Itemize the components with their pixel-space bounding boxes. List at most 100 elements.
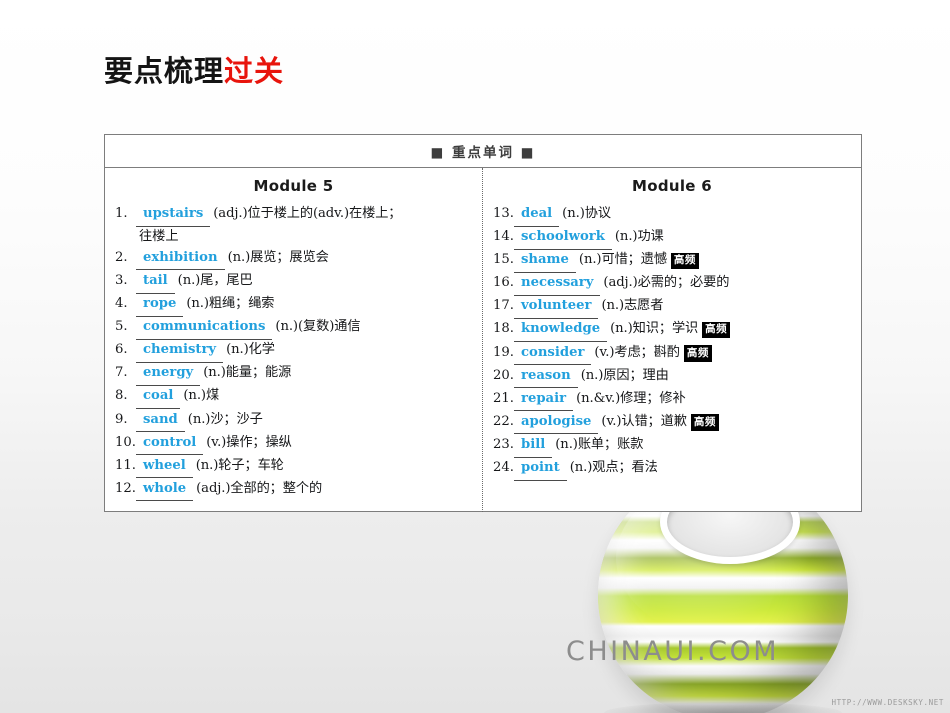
table-header-label: ■ 重点单词 ■ (430, 145, 536, 161)
vocabulary-entry: 19. consider (v.)考虑；斟酌 高频 (493, 343, 851, 366)
vocabulary-entry: 24. point (n.)观点；看法 (493, 458, 851, 481)
vocabulary-entry: 3. tail (n.)尾，尾巴 (115, 271, 472, 294)
entry-definition: (n.)功课 (614, 229, 664, 245)
entry-answer-word: necessary (514, 273, 601, 296)
slide-canvas: 要点梳理过关 ■ 重点单词 ■ Module 5 1. upstairs (adj.… (0, 0, 950, 713)
entry-definition: (n.)知识；学识 (610, 321, 699, 337)
entry-definition: (adj.)位于楼上的(adv.)在楼上； (213, 206, 402, 221)
entry-definition: (n.)协议 (562, 206, 611, 221)
vocabulary-entry: 10. control (v.)操作；操纵 (115, 433, 472, 456)
vocabulary-entry: 9. sand (n.)沙；沙子 (115, 410, 472, 433)
vocabulary-entry: 2. exhibition (n.)展览；展览会 (115, 248, 472, 271)
entry-definition: (n.)沙；沙子 (187, 411, 263, 427)
table-header: ■ 重点单词 ■ (105, 135, 861, 168)
entry-definition: (v.)操作；操纵 (206, 434, 292, 450)
entry-number: 8. (115, 388, 128, 404)
entry-number: 6. (115, 342, 128, 358)
entry-definition: (adj.)全部的；整个的 (196, 480, 323, 496)
entry-number: 19. (493, 344, 514, 360)
entry-number: 4. (115, 296, 128, 312)
entry-number: 2. (115, 249, 128, 265)
high-frequency-badge: 高频 (670, 252, 699, 270)
sphere-drop-shadow (604, 702, 842, 713)
entry-answer-word: whole (136, 479, 194, 502)
vocabulary-entry: 16. necessary (adj.)必需的；必要的 (493, 273, 851, 296)
entry-number: 16. (493, 275, 514, 291)
entry-answer-word: energy (136, 363, 201, 386)
entry-definition: (adj.)必需的；必要的 (603, 275, 730, 291)
entry-definition: (v.)考虑；斟酌 (594, 344, 680, 360)
entry-answer-word: rope (136, 294, 184, 317)
entry-definition: (n.)煤 (183, 388, 220, 404)
vocabulary-entry: 11. wheel (n.)轮子；车轮 (115, 456, 472, 479)
entry-answer-word: reason (514, 366, 578, 389)
entry-definition: (n.)原因；理由 (580, 367, 669, 383)
entry-number: 9. (115, 411, 128, 427)
entry-number: 18. (493, 321, 514, 337)
entry-answer-word: schoolwork (514, 227, 612, 250)
entry-number: 1. (115, 206, 128, 221)
entry-definition: (n.)能量；能源 (203, 365, 292, 381)
entry-answer-word: exhibition (136, 248, 225, 271)
table-body: Module 5 1. upstairs (adj.)位于楼上的(adv.)在楼上；… (105, 168, 861, 512)
watermark-logo: chinaui.com (566, 636, 779, 667)
entry-definition: (n.)粗绳；绳索 (186, 296, 275, 312)
entry-number: 13. (493, 206, 514, 221)
entry-definition: (n.)展览；展览会 (227, 249, 329, 265)
entry-number: 14. (493, 229, 514, 245)
vocabulary-table: ■ 重点单词 ■ Module 5 1. upstairs (adj.)位于楼上的(… (104, 134, 862, 512)
entry-number: 12. (115, 480, 136, 496)
high-frequency-badge: 高频 (702, 321, 731, 339)
vocabulary-entry: 12. whole (adj.)全部的；整个的 (115, 479, 472, 502)
entry-number: 24. (493, 460, 514, 476)
entry-number: 22. (493, 413, 514, 429)
entry-answer-word: sand (136, 410, 185, 433)
footer-source-url: HTTP://WWW.DESKSKY.NET (831, 698, 944, 707)
entry-answer-word: upstairs (136, 204, 211, 227)
vocabulary-entry: 21. repair (n.&v.)修理；修补 (493, 389, 851, 412)
entry-answer-word: communications (136, 317, 273, 340)
entry-answer-word: shame (514, 250, 576, 273)
page-title-main: 要点梳理 (104, 54, 225, 88)
entry-answer-word: volunteer (514, 296, 599, 319)
entry-answer-word: point (514, 458, 567, 481)
entry-number: 5. (115, 319, 128, 335)
entry-answer-word: tail (136, 271, 175, 294)
vocabulary-entry: 4. rope (n.)粗绳；绳索 (115, 294, 472, 317)
entry-definition-continuation: 往楼上 (139, 229, 179, 245)
entry-answer-word: wheel (136, 456, 193, 479)
entry-definition: (n.)可惜；遗憾 (578, 252, 667, 268)
vocabulary-entry: 13. deal (n.)协议 (493, 204, 851, 227)
entry-number: 17. (493, 298, 514, 314)
entry-definition: (n.)账单；账款 (555, 436, 644, 452)
entry-answer-word: chemistry (136, 340, 224, 363)
entry-number: 20. (493, 367, 514, 383)
vocabulary-entry: 23. bill (n.)账单；账款 (493, 435, 851, 458)
entry-definition: (n.)(复数)通信 (275, 319, 361, 335)
vocabulary-entry: 15. shame (n.)可惜；遗憾 高频 (493, 250, 851, 273)
entry-number: 7. (115, 365, 128, 381)
entry-definition: (n.)化学 (226, 342, 275, 358)
vocabulary-entry: 22. apologise (v.)认错；道歉 高频 (493, 412, 851, 435)
entry-answer-word: knowledge (514, 319, 608, 343)
entry-list-module-5: 1. upstairs (adj.)位于楼上的(adv.)在楼上； 往楼上 2. exhi… (115, 204, 472, 502)
vocabulary-entry: 6. chemistry (n.)化学 (115, 340, 472, 363)
entry-answer-word: apologise (514, 412, 599, 435)
vocabulary-entry: 7. energy (n.)能量；能源 (115, 363, 472, 386)
entry-answer-word: control (136, 433, 204, 456)
entry-definition: (n.)志愿者 (601, 298, 664, 314)
entry-definition: (n.)尾，尾巴 (177, 272, 253, 288)
entry-answer-word: deal (514, 204, 560, 227)
high-frequency-badge: 高频 (683, 345, 712, 362)
high-frequency-badge: 高频 (690, 414, 719, 431)
entry-number: 11. (115, 457, 136, 473)
column-module-6: Module 6 13. deal (n.)协议 14. schoolwork (n.)功… (483, 168, 861, 512)
column-title-module-5: Module 5 (253, 177, 334, 195)
entry-definition: (n.)轮子；车轮 (195, 457, 284, 473)
entry-definition: (n.)观点；看法 (569, 460, 658, 476)
vocabulary-entry: 17. volunteer (n.)志愿者 (493, 296, 851, 319)
entry-number: 15. (493, 252, 514, 268)
entry-answer-word: consider (514, 343, 592, 366)
vocabulary-entry: 14. schoolwork (n.)功课 (493, 227, 851, 250)
entry-number: 10. (115, 434, 136, 450)
